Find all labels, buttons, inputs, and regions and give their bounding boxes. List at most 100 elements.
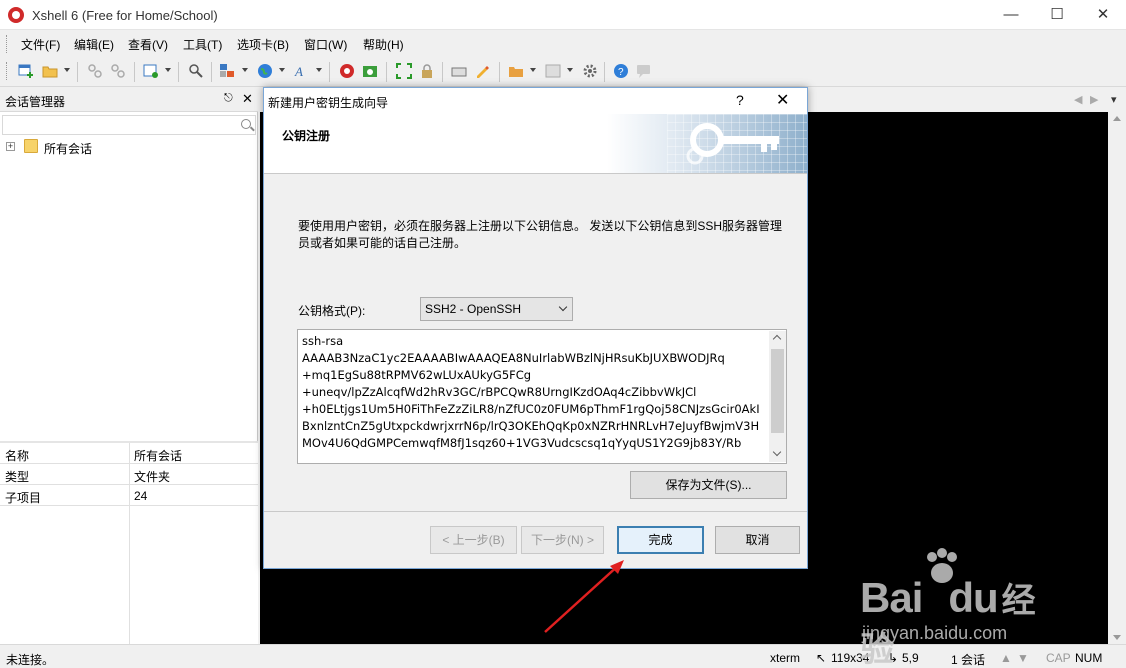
menu-grip[interactable] — [6, 35, 9, 53]
save-to-file-button[interactable]: 保存为文件(S)... — [630, 471, 787, 499]
find-icon[interactable] — [188, 63, 204, 79]
toolbar-separator — [604, 62, 605, 82]
title-bar: Xshell 6 (Free for Home/School) — ☐ ✕ — [0, 0, 1126, 30]
help-icon[interactable]: ? — [613, 63, 629, 79]
connect-icon[interactable] — [87, 63, 103, 79]
chevron-down-icon — [558, 302, 568, 312]
gear-icon[interactable] — [582, 63, 598, 79]
svg-text:A: A — [294, 64, 303, 79]
baidu-watermark: Bai du 经验 jingyan.baidu.com — [860, 545, 1060, 668]
dialog-description: 要使用用户密钥，必须在服务器上注册以下公钥信息。 发送以下公钥信息到SSH服务器… — [298, 219, 783, 250]
xftp-icon[interactable] — [362, 63, 378, 79]
xshell-icon[interactable] — [339, 63, 355, 79]
back-button[interactable]: < 上一步(B) — [430, 526, 517, 554]
key-line: +mq1EgSu88tRPMV62wLUxAUkyG5FCg — [302, 368, 532, 382]
watermark-bai: Bai — [860, 574, 923, 621]
session-manager-title: 会话管理器 — [5, 95, 66, 109]
scroll-up-icon[interactable] — [1113, 116, 1121, 121]
toolbar-separator — [386, 62, 387, 82]
dialog-banner: 公钥注册 — [264, 114, 807, 174]
toolbar-separator — [499, 62, 500, 82]
new-session-icon[interactable] — [18, 63, 34, 79]
property-value: 文件夹 — [134, 470, 171, 484]
svg-text:?: ? — [618, 67, 624, 78]
transfer-dropdown-icon[interactable] — [530, 68, 536, 72]
key-format-select[interactable]: SSH2 - OpenSSH — [420, 297, 573, 321]
key-wizard-dialog: 新建用户密钥生成向导 ? ✕ 公钥注册 要使用用户密钥，必须在服务器上注册以下公… — [263, 87, 808, 569]
tile-icon[interactable] — [545, 63, 561, 79]
disconnect-icon[interactable] — [110, 63, 126, 79]
layout-dropdown-icon[interactable] — [242, 68, 248, 72]
tab-menu-icon[interactable]: ▾ — [1111, 93, 1117, 106]
globe-dropdown-icon[interactable] — [279, 68, 285, 72]
property-row: 名称 所有会话 — [0, 443, 258, 464]
cancel-button[interactable]: 取消 — [715, 526, 800, 554]
pin-icon[interactable]: ⎋ — [224, 92, 233, 105]
dialog-close-button[interactable]: ✕ — [776, 90, 789, 110]
window-title: Xshell 6 (Free for Home/School) — [32, 8, 218, 23]
scroll-down-icon[interactable] — [772, 447, 782, 457]
properties-icon[interactable] — [143, 63, 159, 79]
key-icon — [686, 123, 779, 165]
property-row: 类型 文件夹 — [0, 464, 258, 485]
search-icon[interactable] — [241, 119, 251, 129]
session-search-input[interactable] — [2, 115, 256, 135]
toolbar: A ? — [0, 57, 1126, 87]
key-scrollbar[interactable] — [769, 331, 786, 462]
toolbar-separator — [178, 62, 179, 82]
menu-tools[interactable]: 工具(T) — [183, 36, 222, 53]
menu-help[interactable]: 帮助(H) — [363, 36, 404, 53]
menu-edit[interactable]: 编辑(E) — [74, 36, 114, 53]
property-key: 子项目 — [5, 491, 42, 505]
menu-window[interactable]: 窗口(W) — [304, 36, 347, 53]
key-line: ssh-rsa — [302, 334, 344, 348]
close-window-button[interactable]: ✕ — [1080, 0, 1126, 30]
scroll-up-icon[interactable] — [772, 334, 782, 344]
chat-icon[interactable] — [636, 63, 652, 79]
tab-next-icon[interactable]: ▶ — [1090, 93, 1098, 106]
toolbar-grip[interactable] — [6, 62, 9, 80]
terminal-type: xterm — [770, 651, 800, 665]
globe-icon[interactable] — [257, 63, 273, 79]
menu-file[interactable]: 文件(F) — [21, 36, 60, 53]
layout-icon[interactable] — [219, 63, 235, 79]
highlight-icon[interactable] — [474, 63, 490, 79]
next-button[interactable]: 下一步(N) > — [521, 526, 604, 554]
menu-view[interactable]: 查看(V) — [128, 36, 168, 53]
tree-expand-icon[interactable]: + — [6, 142, 15, 151]
watermark-du: du — [948, 574, 998, 621]
toolbar-separator — [77, 62, 78, 82]
property-key: 类型 — [5, 470, 30, 484]
menu-tabs[interactable]: 选项卡(B) — [237, 36, 289, 53]
terminal-size-icon: ↖ — [816, 651, 827, 665]
scroll-down-icon[interactable] — [1113, 635, 1121, 640]
property-value: 所有会话 — [134, 449, 183, 463]
properties-dropdown-icon[interactable] — [165, 68, 171, 72]
dialog-title: 新建用户密钥生成向导 — [268, 96, 389, 110]
tab-prev-icon[interactable]: ◀ — [1074, 93, 1082, 106]
key-format-value: SSH2 - OpenSSH — [425, 302, 522, 316]
font-dropdown-icon[interactable] — [316, 68, 322, 72]
open-dropdown-icon[interactable] — [64, 68, 70, 72]
keyboard-icon[interactable] — [451, 63, 467, 79]
tree-item-all-sessions[interactable]: + 所有会话 — [6, 138, 246, 156]
fullscreen-icon[interactable] — [396, 63, 412, 79]
transfer-folder-icon[interactable] — [508, 63, 524, 79]
watermark-url: jingyan.baidu.com — [862, 623, 1008, 643]
key-line: +h0ELtjgs1Um5H0FiThFeZzZiLR8/nZfUC0z0FUM… — [302, 402, 760, 416]
public-key-textarea[interactable]: ssh-rsa AAAAB3NzaC1yc2EAAAABIwAAAQEA8NuI… — [297, 329, 787, 464]
finish-button[interactable]: 完成 — [617, 526, 704, 554]
dialog-help-button[interactable]: ? — [736, 92, 744, 108]
tree-item-label: 所有会话 — [44, 142, 93, 156]
minimize-button[interactable]: — — [988, 0, 1034, 30]
font-icon[interactable]: A — [294, 63, 310, 79]
open-folder-icon[interactable] — [42, 63, 58, 79]
lock-icon[interactable] — [419, 63, 435, 79]
tile-dropdown-icon[interactable] — [567, 68, 573, 72]
terminal-scrollbar[interactable] — [1108, 112, 1126, 644]
property-row: 子项目 24 — [0, 485, 258, 506]
panel-close-icon[interactable]: ✕ — [242, 91, 253, 107]
scroll-thumb[interactable] — [771, 349, 784, 433]
maximize-button[interactable]: ☐ — [1034, 0, 1080, 30]
properties-table: 名称 所有会话 类型 文件夹 子项目 24 — [0, 441, 258, 646]
